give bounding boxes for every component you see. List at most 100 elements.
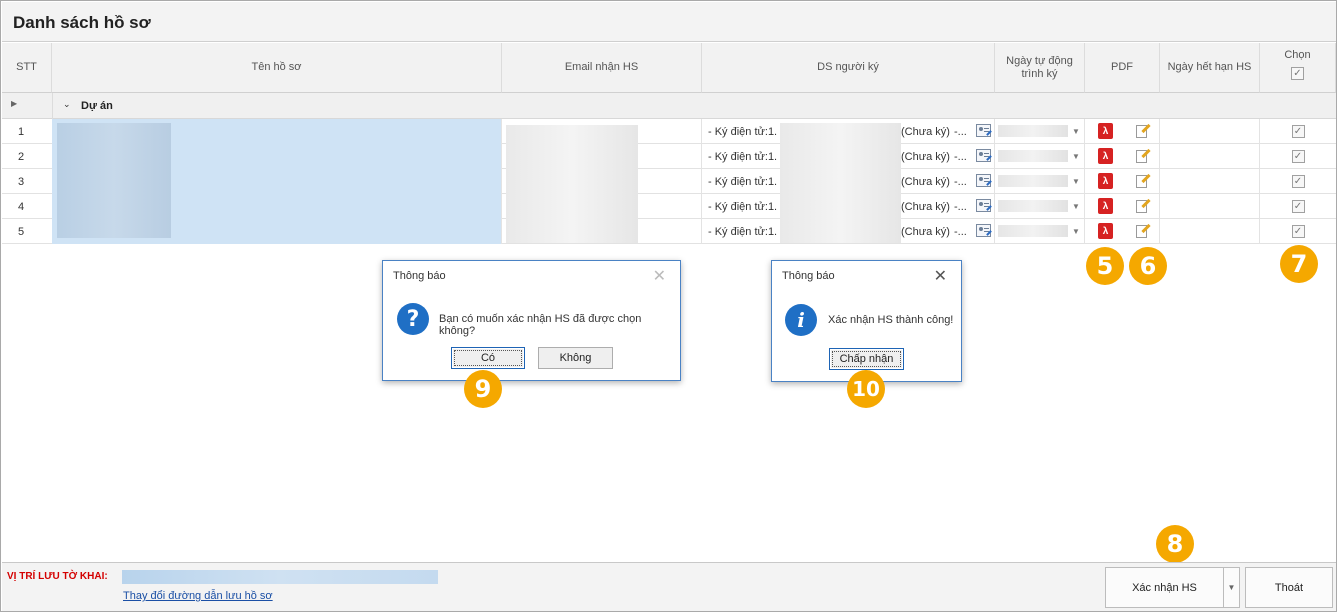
row-select-checkbox[interactable]: ✓ [1291,200,1305,213]
select-all-checkbox[interactable]: ✓ [1291,67,1304,80]
chevron-down-icon[interactable]: ▼ [1070,227,1082,237]
pdf-icon[interactable]: λ [1098,198,1113,214]
exit-button[interactable]: Thoát [1245,567,1333,608]
pdf-icon[interactable]: λ [1098,173,1113,189]
redacted-signer-block [780,123,901,243]
info-dialog: Thông báo ✕ i Xác nhận HS thành công! Ch… [771,260,962,382]
row-ds-more: -... [954,125,967,138]
row-pdf: λ [1085,144,1160,169]
row-ds-more: -... [954,150,967,163]
confirm-dialog: Thông báo ✕ ? Bạn có muốn xác nhận HS đã… [382,260,681,381]
row-chon: ✓ [1260,219,1336,244]
info-dialog-title: Thông báo [782,270,835,282]
question-icon: ? [397,303,429,335]
row-ngay-tu-dong-select[interactable]: ▼ [995,119,1085,144]
row-select-checkbox[interactable]: ✓ [1291,175,1305,188]
location-path-field[interactable] [122,570,438,584]
column-header-stt[interactable]: STT [2,43,52,93]
row-stt: 4 [17,200,25,213]
column-header-chon[interactable]: Chọn ✓ [1260,43,1336,93]
row-ngay-tu-dong-select[interactable]: ▼ [995,194,1085,219]
chevron-down-icon[interactable]: ⌄ [63,99,71,110]
signer-list-icon[interactable] [976,199,992,212]
row-ds-status: (Chưa ký) [901,150,950,163]
window-title: Danh sách hồ sơ [13,13,151,32]
row-ngay-het-han[interactable] [1160,144,1260,169]
signer-list-icon[interactable] [976,174,992,187]
redacted-date [998,225,1068,237]
chevron-down-icon: ▼ [1227,583,1236,592]
redacted-date [998,175,1068,187]
row-ngay-tu-dong-select[interactable]: ▼ [995,219,1085,244]
row-ngay-het-han[interactable] [1160,219,1260,244]
redacted-email-block [506,125,638,243]
table-row[interactable]: 2 - Ký điện tử:1. (Chưa ký) -... ▼ λ ✓ [2,144,1336,169]
location-label: VỊ TRÍ LƯU TỜ KHAI: [7,571,108,582]
edit-document-icon[interactable] [1135,223,1151,239]
main-window: Danh sách hồ sơ STT Tên hồ sơ Email nhận… [0,0,1337,612]
row-ds-prefix: - Ký điện tử:1. [708,150,778,163]
chevron-down-icon[interactable]: ▼ [1070,202,1082,212]
table-row[interactable]: 4 - Ký điện tử:1. (Chưa ký) -... ▼ λ ✓ [2,194,1336,219]
info-dialog-message: Xác nhận HS thành công! [828,314,954,326]
row-select-checkbox[interactable]: ✓ [1291,150,1305,163]
info-icon: i [785,304,817,336]
pdf-icon[interactable]: λ [1098,223,1113,239]
row-select-checkbox[interactable]: ✓ [1291,125,1305,138]
row-ngay-tu-dong-select[interactable]: ▼ [995,144,1085,169]
confirm-hs-button[interactable]: Xác nhận HS [1105,567,1224,608]
row-ds-status: (Chưa ký) [901,200,950,213]
group-header[interactable]: ⌄ Dự án [52,93,1336,119]
table-row[interactable]: 1 - Ký điện tử:1. (Chưa ký) -... ▼ λ ✓ [2,119,1336,144]
close-icon[interactable]: ✕ [934,266,947,286]
confirm-hs-dropdown[interactable]: ▼ [1223,567,1240,608]
signer-list-icon[interactable] [976,149,992,162]
pdf-icon[interactable]: λ [1098,123,1113,139]
accept-button[interactable]: Chấp nhận [829,348,904,370]
edit-document-icon[interactable] [1135,198,1151,214]
row-stt: 3 [17,175,25,188]
column-header-ten-ho-so[interactable]: Tên hồ sơ [52,43,502,93]
column-header-email[interactable]: Email nhận HS [502,43,702,93]
redacted-date [998,125,1068,137]
column-header-ngay-het-han[interactable]: Ngày hết hạn HS [1160,43,1260,93]
row-pdf: λ [1085,194,1160,219]
table-row[interactable]: 5 - Ký điện tử:1. (Chưa ký) -... ▼ λ ✓ [2,219,1336,244]
group-row: ▶ ⌄ Dự án [2,93,1336,119]
row-chon: ✓ [1260,144,1336,169]
no-button[interactable]: Không [538,347,613,369]
row-ngay-het-han[interactable] [1160,194,1260,219]
row-ngay-het-han[interactable] [1160,119,1260,144]
table-row[interactable]: 3 - Ký điện tử:1. (Chưa ký) -... ▼ λ ✓ [2,169,1336,194]
column-header-ngay-tu-dong[interactable]: Ngày tự động trình ký [995,43,1085,93]
row-stt: 1 [17,125,25,138]
chevron-down-icon[interactable]: ▼ [1070,127,1082,137]
confirm-dialog-message: Bạn có muốn xác nhận HS đã được chọn khô… [439,313,642,337]
step-badge-8: 8 [1156,525,1194,563]
chevron-down-icon[interactable]: ▼ [1070,152,1082,162]
column-header-pdf[interactable]: PDF [1085,43,1160,93]
edit-document-icon[interactable] [1135,123,1151,139]
row-ngay-tu-dong-select[interactable]: ▼ [995,169,1085,194]
row-pdf: λ [1085,219,1160,244]
change-path-link[interactable]: Thay đổi đường dẫn lưu hồ sơ [123,590,273,602]
column-header-ds-nguoi-ky[interactable]: DS người ký [702,43,995,93]
chevron-down-icon[interactable]: ▼ [1070,177,1082,187]
yes-button[interactable]: Có [451,347,525,369]
signer-list-icon[interactable] [976,124,992,137]
edit-document-icon[interactable] [1135,148,1151,164]
step-badge-7: 7 [1280,245,1318,283]
window-title-bar: Danh sách hồ sơ [2,2,1336,42]
pdf-icon[interactable]: λ [1098,148,1113,164]
edit-document-icon[interactable] [1135,173,1151,189]
confirm-hs-label: Xác nhận HS [1132,581,1197,594]
row-chon: ✓ [1260,194,1336,219]
column-header-chon-label: Chọn [1284,49,1311,61]
row-chon: ✓ [1260,119,1336,144]
step-badge-10: 10 [847,370,885,408]
row-ds-prefix: - Ký điện tử:1. [708,225,778,238]
close-icon[interactable]: ✕ [653,266,666,286]
signer-list-icon[interactable] [976,224,992,237]
row-select-checkbox[interactable]: ✓ [1291,225,1305,238]
row-ngay-het-han[interactable] [1160,169,1260,194]
